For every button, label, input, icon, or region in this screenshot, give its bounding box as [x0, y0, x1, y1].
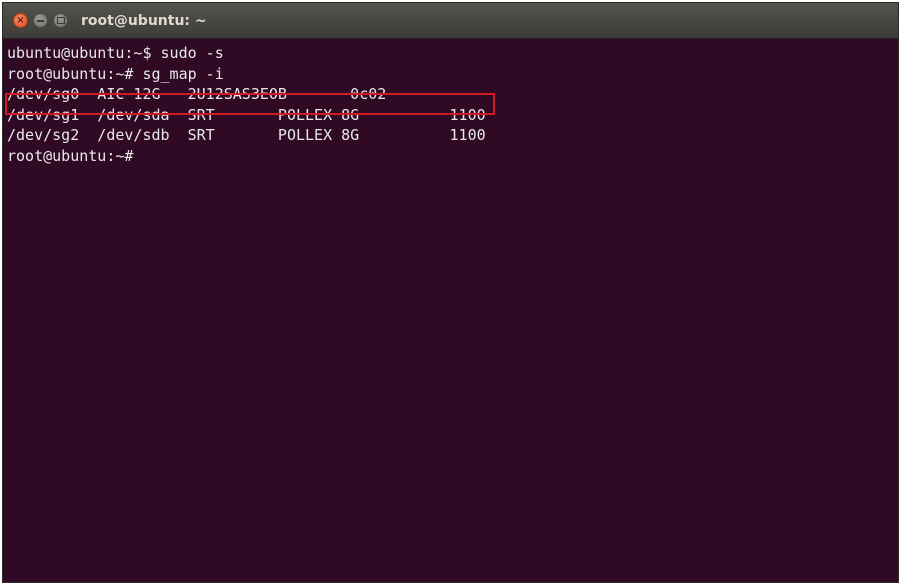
terminal-line: /dev/sg2 /dev/sdb SRT POLLEX 8G 1100: [7, 126, 486, 144]
minimize-icon: [37, 19, 44, 22]
terminal-line: /dev/sg0 AIC 12G 2U12SAS3EOB 0c02: [7, 85, 387, 103]
terminal-line: ubuntu@ubuntu:~$ sudo -s: [7, 44, 224, 62]
terminal-window: × root@ubuntu: ~ ubuntu@ubuntu:~$ sudo -…: [2, 2, 899, 583]
terminal-output[interactable]: ubuntu@ubuntu:~$ sudo -s root@ubuntu:~# …: [3, 39, 898, 582]
title-bar[interactable]: × root@ubuntu: ~: [3, 3, 898, 39]
terminal-line: root@ubuntu:~# sg_map -i: [7, 64, 224, 83]
terminal-line: /dev/sg1 /dev/sda SRT POLLEX 8G 1100: [7, 105, 486, 124]
close-icon: ×: [16, 14, 25, 26]
window-title: root@ubuntu: ~: [81, 13, 207, 29]
maximize-icon: [56, 17, 65, 24]
close-button[interactable]: ×: [13, 13, 28, 28]
minimize-button[interactable]: [33, 13, 48, 28]
maximize-button[interactable]: [53, 13, 68, 28]
terminal-prompt: root@ubuntu:~#: [7, 146, 134, 165]
